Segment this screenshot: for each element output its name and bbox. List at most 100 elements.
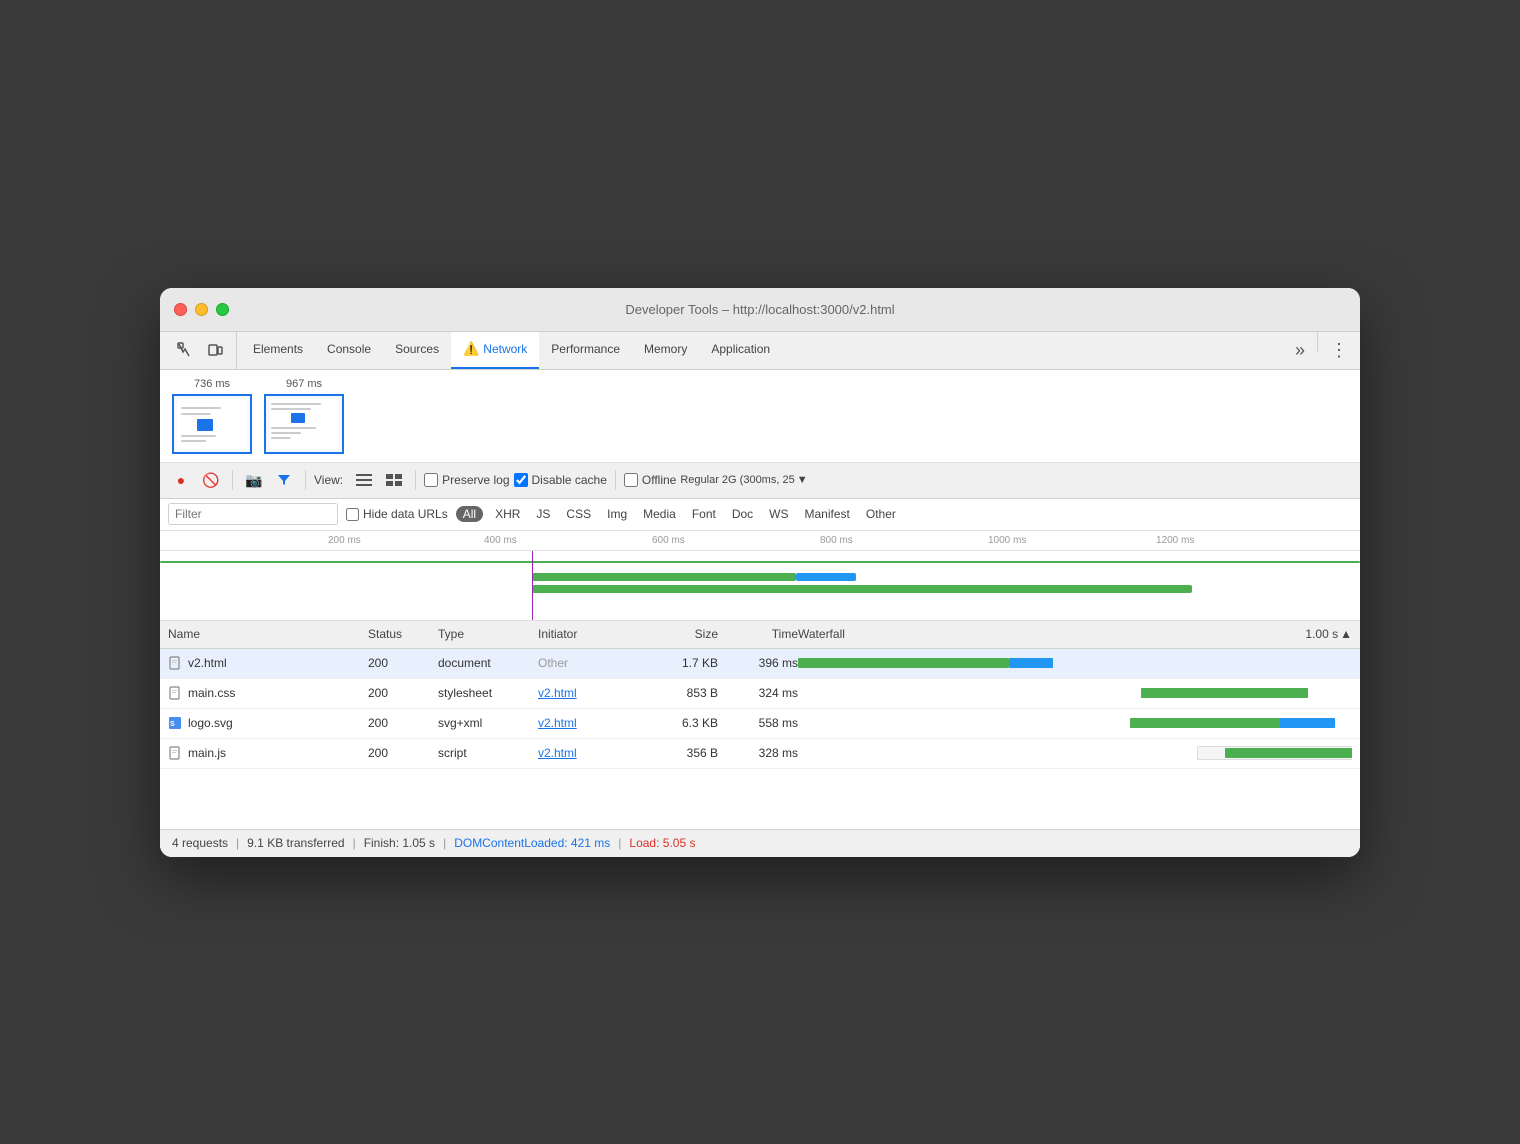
filter-button[interactable] [271,467,297,493]
load-time: Load: 5.05 s [629,836,695,850]
table-row[interactable]: v2.html 200 document Other 1.7 KB 396 ms [160,649,1360,679]
status-bar: 4 requests | 9.1 KB transferred | Finish… [160,829,1360,857]
timeline-bar-1-blue [796,573,856,581]
timeline-bar-2 [532,585,1192,593]
table-row[interactable]: S logo.svg 200 svg+xml v2.html 6.3 KB 55… [160,709,1360,739]
ruler-200ms: 200 ms [328,535,361,546]
hide-data-urls-text: Hide data URLs [363,507,448,521]
col-header-status: Status [368,627,438,641]
filmstrip-item-2[interactable]: 967 ms [264,378,344,454]
script-icon [168,746,182,760]
disable-cache-label[interactable]: Disable cache [514,473,607,487]
clear-button[interactable]: 🚫 [198,467,224,493]
tab-memory[interactable]: Memory [632,332,699,369]
tab-elements[interactable]: Elements [241,332,315,369]
filter-media-button[interactable]: Media [639,505,680,523]
filmstrip-thumb-2[interactable] [264,394,344,454]
timeline-ruler: 200 ms 400 ms 600 ms 800 ms 1000 ms 1200… [160,531,1360,551]
more-tabs-button[interactable]: » [1287,332,1313,369]
stylesheet-icon [168,686,182,700]
window-title: Developer Tools – http://localhost:3000/… [625,302,894,317]
maximize-button[interactable] [216,303,229,316]
tab-performance[interactable]: Performance [539,332,632,369]
tab-network[interactable]: ⚠️ Network [451,332,539,369]
traffic-lights [174,303,229,316]
ruler-400ms: 400 ms [484,535,517,546]
title-bar: Developer Tools – http://localhost:3000/… [160,288,1360,332]
hide-data-urls-checkbox[interactable] [346,508,359,521]
filmstrip-area: 736 ms 967 ms [160,370,1360,463]
ruler-1200ms: 1200 ms [1156,535,1194,546]
toolbar-divider-3 [415,470,416,490]
filter-doc-button[interactable]: Doc [728,505,757,523]
toolbar-divider-2 [305,470,306,490]
filter-ws-button[interactable]: WS [765,505,792,523]
filmstrip-item-1[interactable]: 736 ms [172,378,252,454]
transferred-size: 9.1 KB transferred [247,836,344,850]
waterfall-row-0 [798,655,1352,671]
record-button[interactable]: ● [168,467,194,493]
svg-icon: S [168,716,182,730]
svg-text:S: S [170,721,175,728]
timeline-graph [160,551,1360,621]
offline-checkbox[interactable] [624,473,638,487]
settings-button[interactable]: ⋮ [1322,332,1356,369]
hide-data-urls-label[interactable]: Hide data URLs [346,507,448,521]
filter-font-button[interactable]: Font [688,505,720,523]
col-header-time: Time [718,627,798,641]
finish-time: Finish: 1.05 s [364,836,435,850]
throttle-select[interactable]: Regular 2G (300ms, 25 ▼ [680,474,807,486]
devtools-body: Elements Console Sources ⚠️ Network Perf… [160,332,1360,857]
dom-content-loaded: DOMContentLoaded: 421 ms [454,836,610,850]
network-table: v2.html 200 document Other 1.7 KB 396 ms [160,649,1360,829]
tab-sources[interactable]: Sources [383,332,451,369]
inspect-element-icon[interactable] [172,337,198,363]
table-header: Name Status Type Initiator Size Time Wat… [160,621,1360,649]
col-header-name: Name [168,627,368,641]
filter-img-button[interactable]: Img [603,505,631,523]
network-toolbar: ● 🚫 📷 View: [160,463,1360,499]
tab-console[interactable]: Console [315,332,383,369]
preserve-log-checkbox[interactable] [424,473,438,487]
toolbar-divider-4 [615,470,616,490]
filter-css-button[interactable]: CSS [562,505,595,523]
devtools-icons [164,332,237,369]
filmstrip-time-2: 967 ms [286,378,322,390]
col-header-type: Type [438,627,538,641]
filter-bar: Hide data URLs All XHR JS CSS Img Media … [160,499,1360,531]
tab-application[interactable]: Application [699,332,782,369]
tab-bar: Elements Console Sources ⚠️ Network Perf… [160,332,1360,370]
offline-label[interactable]: Offline [624,473,676,487]
col-header-waterfall: Waterfall 1.00 s ▲ [798,627,1352,641]
minimize-button[interactable] [195,303,208,316]
preserve-log-label[interactable]: Preserve log [424,473,509,487]
waterfall-row-1 [798,685,1352,701]
capture-screenshots-button[interactable]: 📷 [241,467,267,493]
devtools-window: Developer Tools – http://localhost:3000/… [160,288,1360,857]
col-header-size: Size [638,627,718,641]
filter-manifest-button[interactable]: Manifest [801,505,854,523]
timeline-vertical-line [532,551,533,621]
filter-js-button[interactable]: JS [532,505,554,523]
filmstrip-thumb-1[interactable] [172,394,252,454]
close-button[interactable] [174,303,187,316]
group-view-button[interactable] [381,470,407,490]
table-row[interactable]: main.js 200 script v2.html 356 B 328 ms [160,739,1360,769]
filter-other-button[interactable]: Other [862,505,900,523]
view-label: View: [314,473,343,487]
ruler-1000ms: 1000 ms [988,535,1026,546]
ruler-800ms: 800 ms [820,535,853,546]
table-row[interactable]: main.css 200 stylesheet v2.html 853 B 32… [160,679,1360,709]
filter-xhr-button[interactable]: XHR [491,505,524,523]
filter-all-button[interactable]: All [456,506,483,522]
chevron-down-icon: ▼ [797,474,808,486]
timeline-bar-1-green [532,573,796,581]
divider [1317,332,1318,352]
timeline-area: 200 ms 400 ms 600 ms 800 ms 1000 ms 1200… [160,531,1360,621]
disable-cache-checkbox[interactable] [514,473,528,487]
filter-input[interactable] [168,503,338,525]
device-toolbar-icon[interactable] [202,337,228,363]
sort-icon: ▲ [1340,627,1352,641]
list-view-button[interactable] [351,470,377,490]
ruler-600ms: 600 ms [652,535,685,546]
